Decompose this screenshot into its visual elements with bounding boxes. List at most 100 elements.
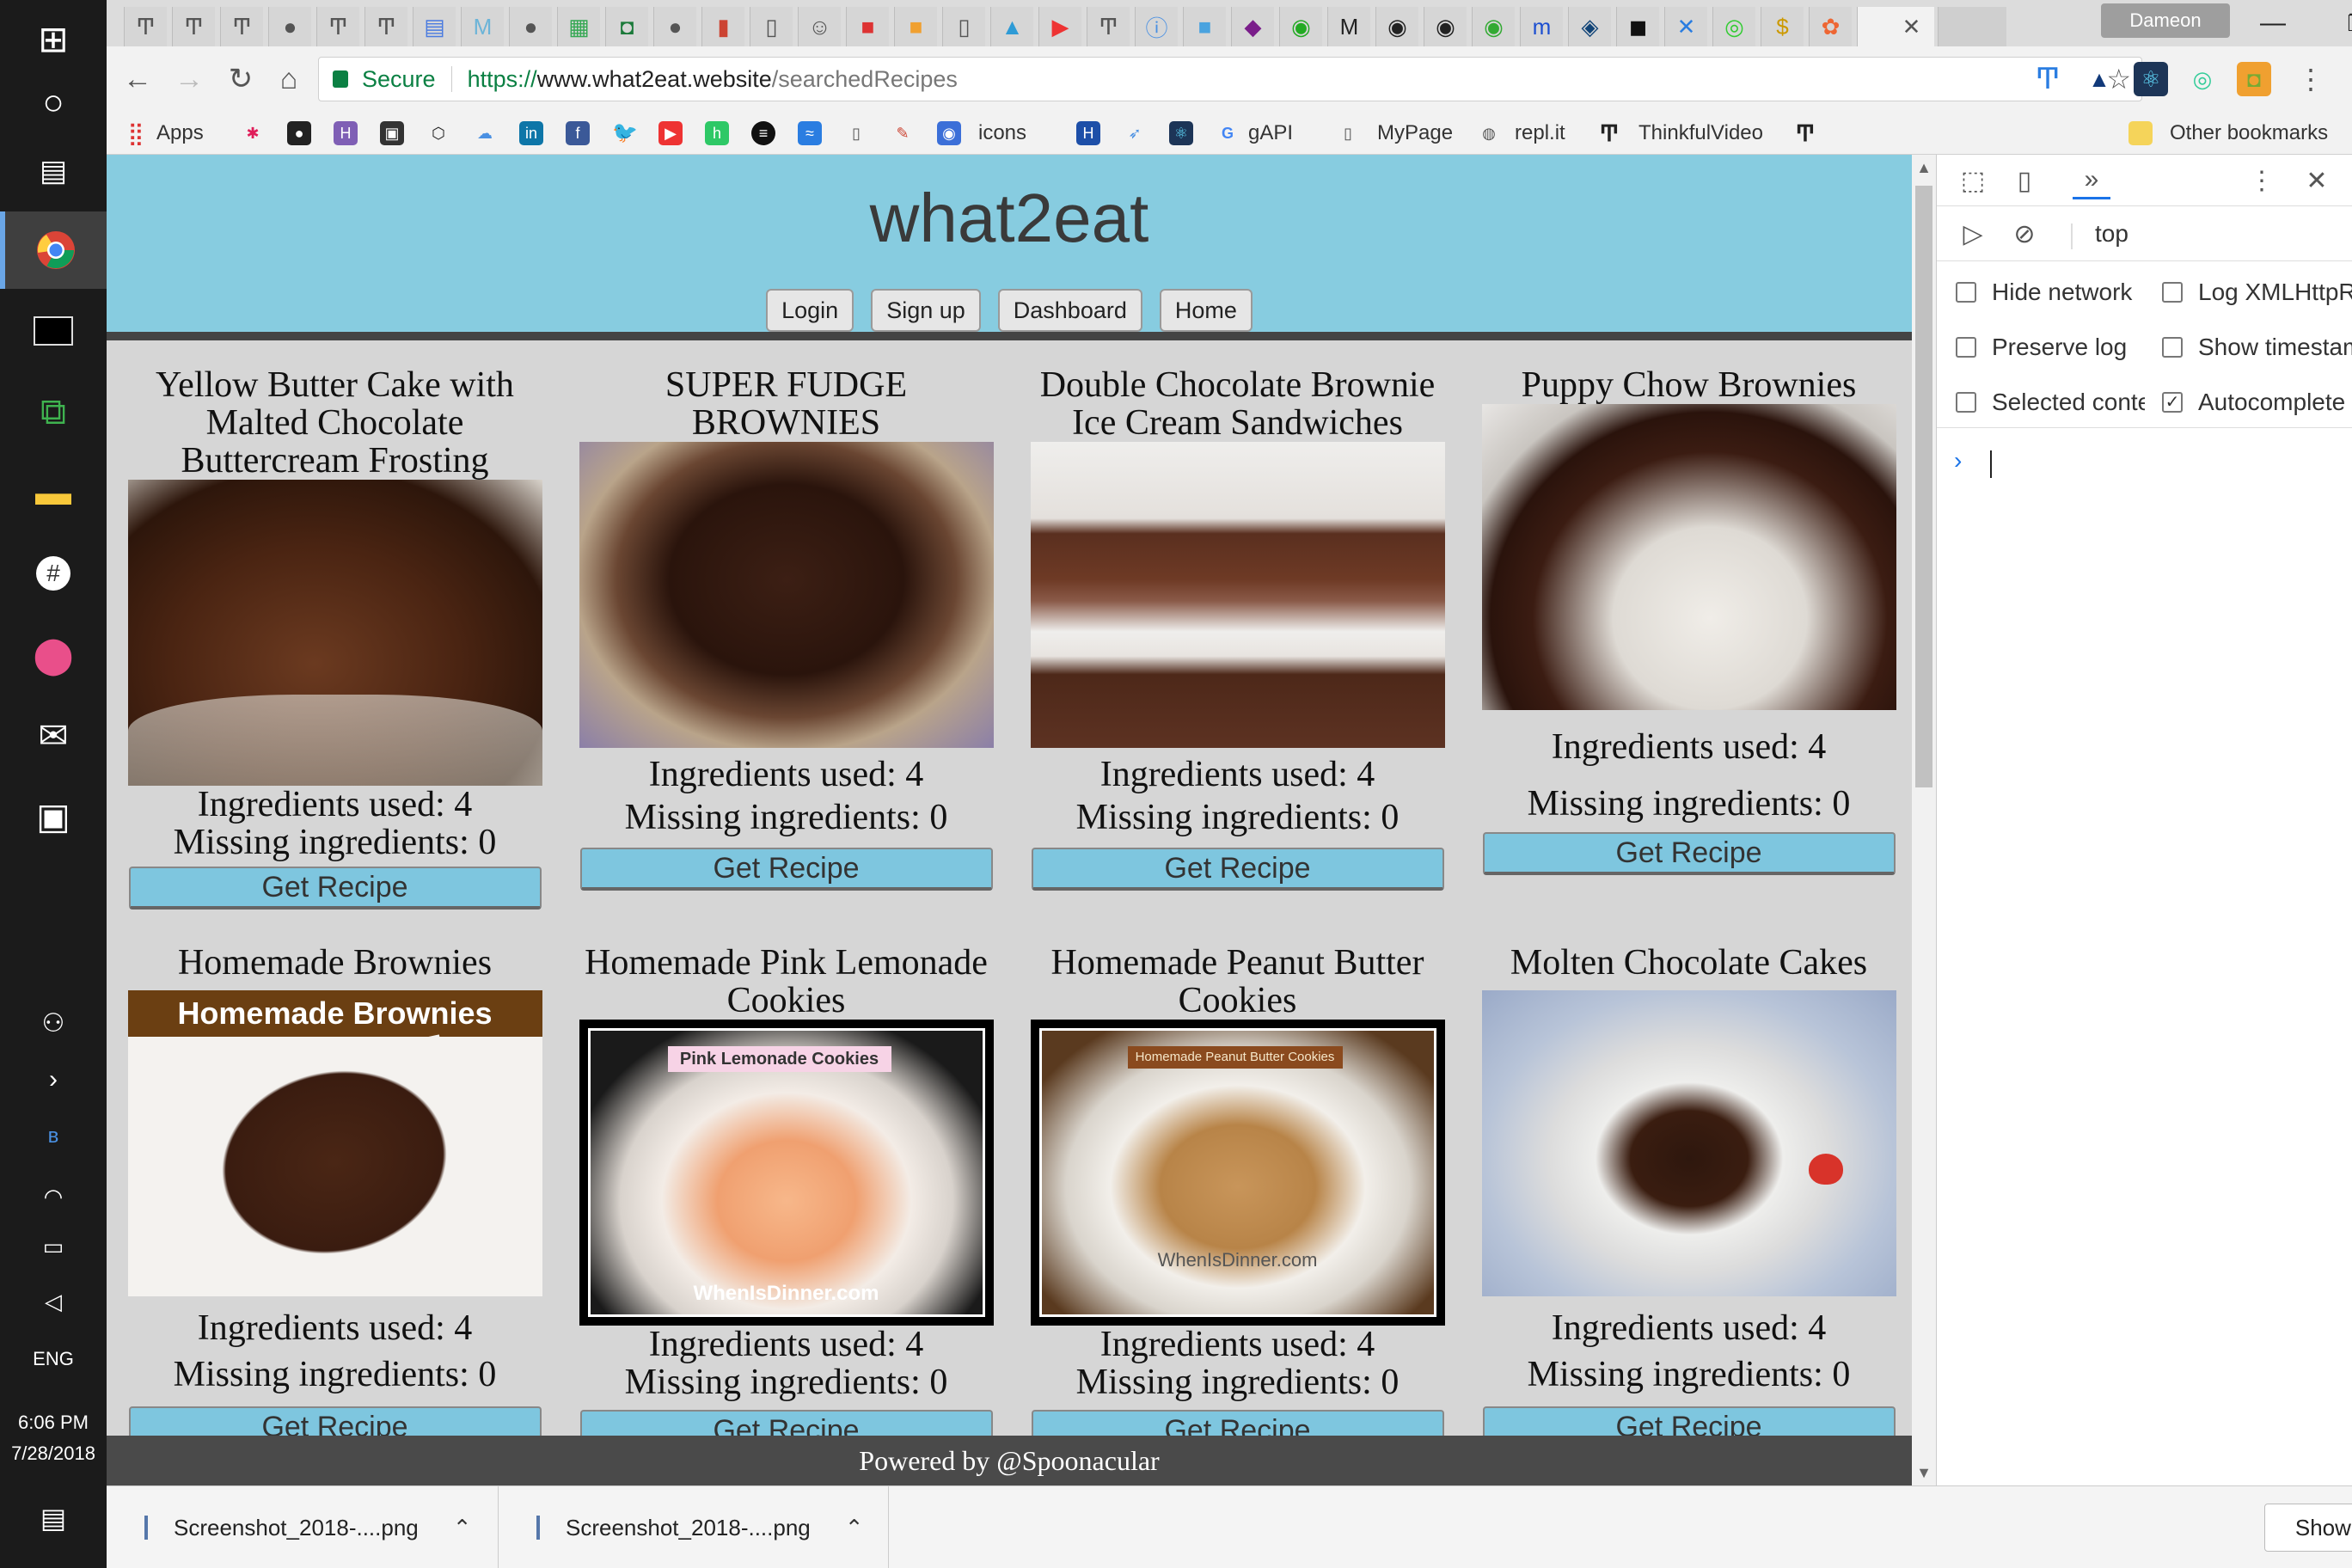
- triangle-extension-icon[interactable]: ▲: [2082, 62, 2116, 96]
- chrome-taskbar-icon[interactable]: [0, 211, 107, 289]
- recipe-image[interactable]: Pink Lemonade Cookies WhenIsDinner.com: [579, 1020, 994, 1326]
- recipe-image[interactable]: Homemade Peanut Butter Cookies WhenIsDin…: [1030, 1020, 1445, 1326]
- bookmark-other[interactable]: Other bookmarks: [2128, 119, 2328, 148]
- thinkful-extension-icon[interactable]: Ͳ: [2030, 62, 2065, 96]
- action-center-icon[interactable]: ▤: [0, 1492, 107, 1544]
- slack-taskbar-icon[interactable]: #: [0, 535, 107, 612]
- language-indicator[interactable]: ENG: [0, 1348, 107, 1370]
- more-tabs-chevron-icon[interactable]: »: [2073, 162, 2110, 199]
- bookmark-cloud[interactable]: ☁: [473, 119, 505, 148]
- show-timestamps-option[interactable]: Show timestamps: [2162, 334, 2352, 361]
- terminal-taskbar-icon[interactable]: [0, 292, 107, 370]
- checkbox[interactable]: [1956, 282, 1976, 303]
- get-recipe-button[interactable]: Get Recipe: [1482, 832, 1896, 875]
- chevron-up-icon[interactable]: ⌃: [845, 1515, 864, 1541]
- tab-thinkful-4[interactable]: Ͳ: [316, 7, 359, 46]
- bookmark-app-3[interactable]: ✎: [891, 119, 923, 148]
- scroll-thumb[interactable]: [1915, 186, 1932, 787]
- tab-thinkful-5[interactable]: Ͳ: [364, 7, 407, 46]
- signup-button[interactable]: Sign up: [871, 289, 981, 332]
- tab-app-9[interactable]: ◉: [1424, 7, 1467, 46]
- tab-thinkful-3[interactable]: Ͳ: [220, 7, 263, 46]
- bookmark-page-1[interactable]: ▯: [844, 119, 877, 148]
- restore-button[interactable]: ❐: [2314, 0, 2352, 46]
- bookmark-app-2[interactable]: ≈: [798, 119, 830, 148]
- bookmark-codesandbox[interactable]: ⬡: [426, 119, 459, 148]
- bookmark-github[interactable]: ●: [287, 119, 320, 148]
- scroll-up-icon[interactable]: ▲: [1912, 155, 1936, 181]
- menu-kebab-icon[interactable]: ⋮: [2294, 62, 2328, 96]
- bookmark-thinkful[interactable]: Ͳ: [1793, 119, 1826, 148]
- clear-console-icon[interactable]: ⊘: [2006, 215, 2043, 253]
- tab-app-13[interactable]: ◼: [1616, 7, 1659, 46]
- bookmark-app-5[interactable]: ➶: [1123, 119, 1155, 148]
- tab-thinkful-1[interactable]: Ͳ: [124, 7, 167, 46]
- wifi-icon[interactable]: ◠: [0, 1171, 107, 1222]
- tab-app-17[interactable]: ✿: [1809, 7, 1852, 46]
- recipe-image[interactable]: [1030, 442, 1445, 748]
- file-explorer-icon[interactable]: ▬: [0, 454, 107, 531]
- page-scrollbar[interactable]: ▲ ▼: [1912, 155, 1936, 1485]
- device-toolbar-icon[interactable]: ▯: [2006, 162, 2043, 199]
- selected-context-option[interactable]: Selected context only: [1956, 389, 2145, 416]
- home-button[interactable]: ⌂: [268, 58, 309, 100]
- bookmark-app-1[interactable]: ▣: [380, 119, 413, 148]
- checkbox[interactable]: [1956, 337, 1976, 358]
- show-sidebar-icon[interactable]: ▷: [1954, 215, 1992, 253]
- bookmark-spotify[interactable]: ≡: [751, 119, 784, 148]
- people-icon[interactable]: ⚇: [0, 997, 107, 1049]
- bookmark-thinkfulvideo[interactable]: Ͳ ThinkfulVideo: [1597, 119, 1763, 148]
- download-item[interactable]: Screenshot_2018-....png ⌃: [107, 1486, 499, 1568]
- tab-app-8[interactable]: ◉: [1375, 7, 1418, 46]
- tab-page-1[interactable]: ▯: [750, 7, 793, 46]
- checkbox[interactable]: [1956, 392, 1976, 413]
- tab-app-12[interactable]: ◈: [1568, 7, 1611, 46]
- bookmark-youtube[interactable]: ▶: [658, 119, 691, 148]
- preserve-log-option[interactable]: Preserve log: [1956, 334, 2145, 361]
- checkbox-checked[interactable]: ✓: [2162, 392, 2183, 413]
- scroll-down-icon[interactable]: ▼: [1912, 1460, 1936, 1485]
- tab-info[interactable]: ⓘ: [1135, 7, 1178, 46]
- recipe-image[interactable]: [579, 442, 994, 748]
- cortana-icon[interactable]: ○: [0, 64, 107, 141]
- app-extension-icon[interactable]: ◘: [2237, 62, 2271, 96]
- home-button[interactable]: Home: [1159, 289, 1253, 332]
- autocomplete-option[interactable]: ✓ Autocomplete from history: [2162, 389, 2352, 416]
- tab-app-14[interactable]: ✕: [1664, 7, 1707, 46]
- battery-icon[interactable]: ▭: [0, 1221, 107, 1272]
- tab-page-2[interactable]: ▯: [942, 7, 985, 46]
- tab-app-16[interactable]: $: [1761, 7, 1804, 46]
- bookmark-hackerrank[interactable]: h: [705, 119, 738, 148]
- console-input[interactable]: [1990, 450, 1992, 478]
- bookmark-gapi[interactable]: GgAPI: [1216, 119, 1293, 148]
- clock-date[interactable]: 7/28/2018: [0, 1442, 107, 1465]
- tab-app-3[interactable]: ■: [894, 7, 937, 46]
- context-selector[interactable]: top: [2095, 220, 2128, 248]
- bookmark-icons[interactable]: ◉ icons: [937, 119, 1026, 148]
- tab-triangle[interactable]: ▲: [990, 7, 1033, 46]
- reload-button[interactable]: ↻: [220, 58, 261, 100]
- react-devtools-icon[interactable]: ⚛: [2134, 62, 2168, 96]
- recipe-image[interactable]: [1481, 404, 1896, 710]
- tab-app-7[interactable]: M: [1327, 7, 1370, 46]
- tab-app-11[interactable]: m: [1520, 7, 1563, 46]
- checkbox[interactable]: [2162, 282, 2183, 303]
- inspect-element-icon[interactable]: ⬚: [1954, 162, 1992, 199]
- tab-app-5[interactable]: ◆: [1231, 7, 1274, 46]
- bluetooth-icon[interactable]: ʙ: [0, 1111, 107, 1162]
- bookmark-facebook[interactable]: f: [566, 119, 598, 148]
- tab-codepen[interactable]: ◘: [605, 7, 648, 46]
- recipe-image[interactable]: [1481, 990, 1896, 1296]
- tab-app-6[interactable]: ◉: [1279, 7, 1322, 46]
- address-bar[interactable]: Secure https://www.what2eat.website/sear…: [318, 57, 2142, 101]
- volume-icon[interactable]: ◁: [0, 1276, 107, 1327]
- show-all-downloads-button[interactable]: Show all: [2264, 1504, 2352, 1552]
- forward-button[interactable]: →: [168, 58, 210, 100]
- tab-github-3[interactable]: ●: [653, 7, 696, 46]
- tab-github-2[interactable]: ●: [509, 7, 552, 46]
- checkbox[interactable]: [2162, 337, 2183, 358]
- bookmark-react[interactable]: ⚛: [1169, 119, 1202, 148]
- new-tab-button[interactable]: [1938, 7, 2006, 46]
- close-devtools-icon[interactable]: ✕: [2298, 162, 2336, 199]
- tab-sheets[interactable]: ▦: [557, 7, 600, 46]
